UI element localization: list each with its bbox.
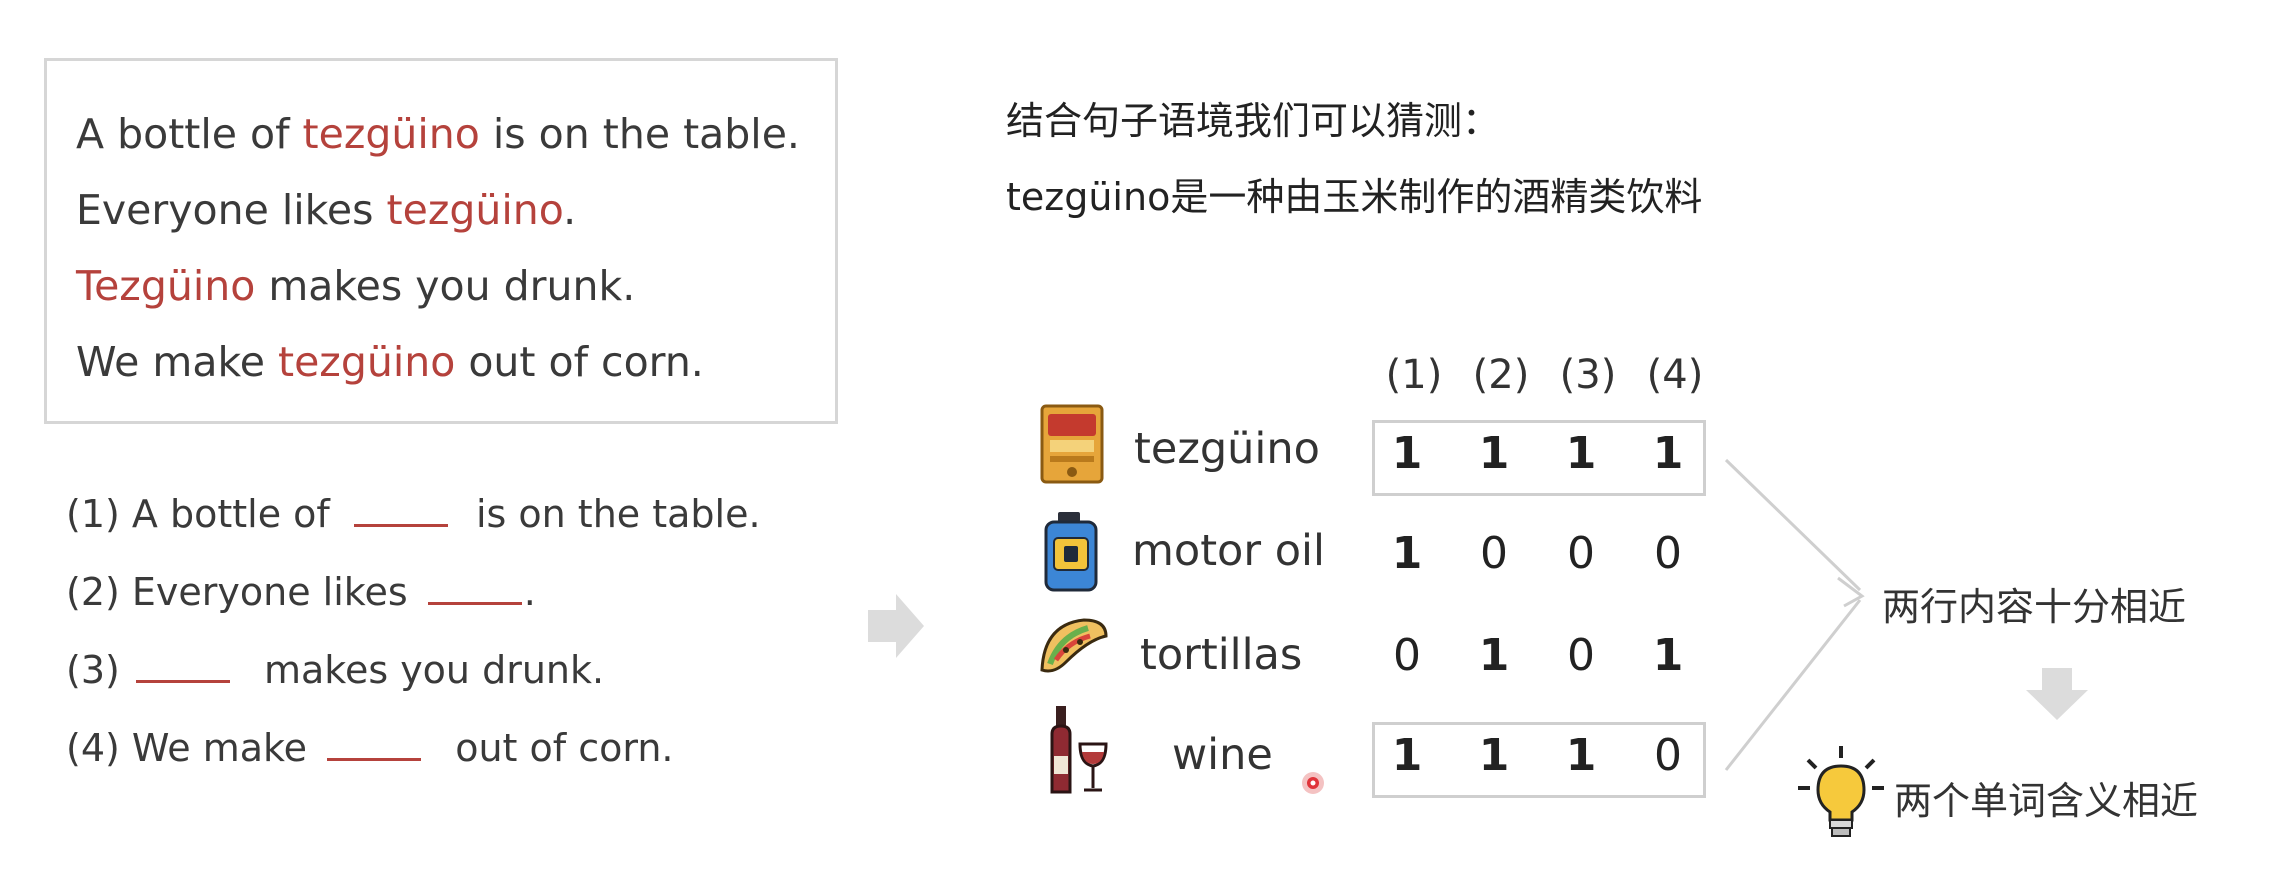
- column-header-1: (1): [1385, 352, 1443, 398]
- cell-wine-2: 1: [1478, 730, 1510, 781]
- cell-tortillas-2: 1: [1478, 630, 1510, 681]
- highlight-word: tezgüino: [386, 186, 564, 234]
- inference-heading: 结合句子语境我们可以猜测：: [1006, 99, 1501, 143]
- blank-gap: [353, 523, 448, 527]
- taco-icon: [1040, 618, 1108, 673]
- example-sentence-1: A bottle of tezgüino is on the table.: [76, 110, 800, 158]
- cell-motor-oil-2: 0: [1480, 528, 1508, 579]
- cursor-pointer-dot: [1302, 772, 1324, 794]
- cell-tezguino-3: 1: [1565, 428, 1597, 479]
- example-sentence-3: Tezgüino makes you drunk.: [76, 262, 636, 310]
- example-sentence-4: We make tezgüino out of corn.: [76, 338, 704, 386]
- column-header-3: (3): [1559, 352, 1617, 398]
- motor-oil-can-icon: [1044, 512, 1098, 592]
- cell-tezguino-4: 1: [1652, 428, 1684, 479]
- cell-tortillas-1: 0: [1393, 630, 1421, 681]
- cell-tezguino-1: 1: [1391, 428, 1423, 479]
- right-arrow-icon: [868, 594, 924, 658]
- cell-tezguino-2: 1: [1478, 428, 1510, 479]
- down-arrow-icon: [2026, 668, 2088, 720]
- row-label-wine: wine: [1172, 730, 1273, 780]
- row-label-tezguino: tezgüino: [1134, 424, 1320, 474]
- cell-tortillas-3: 0: [1567, 630, 1595, 681]
- blank-gap: [327, 757, 422, 761]
- cell-motor-oil-4: 0: [1654, 528, 1682, 579]
- highlight-word: tezgüino: [302, 110, 480, 158]
- words-similar-note: 两个单词含义相近: [1894, 779, 2199, 823]
- converging-arrows: [1724, 458, 1865, 771]
- row-label-motor-oil: motor oil: [1132, 526, 1325, 576]
- column-header-4: (4): [1646, 352, 1704, 398]
- cell-wine-3: 1: [1565, 730, 1597, 781]
- inference-statement: tezgüino是一种由玉米制作的酒精类饮料: [1006, 175, 1703, 219]
- blank-gap: [427, 601, 522, 605]
- tezguino-bottle-icon: [1040, 404, 1104, 484]
- example-sentence-2: Everyone likes tezgüino.: [76, 186, 577, 234]
- cell-motor-oil-3: 0: [1567, 528, 1595, 579]
- rows-similar-note: 两行内容十分相近: [1882, 585, 2187, 629]
- column-header-2: (2): [1472, 352, 1530, 398]
- cell-wine-4: 0: [1654, 730, 1682, 781]
- blank-sentence-2: (2) Everyone likes .: [66, 570, 536, 614]
- blank-gap: [135, 679, 230, 683]
- blank-sentence-4: (4) We make out of corn.: [66, 726, 674, 770]
- blank-sentence-3: (3) makes you drunk.: [66, 648, 605, 692]
- wine-bottle-glass-icon: [1050, 706, 1108, 794]
- blank-sentence-1: (1) A bottle of is on the table.: [66, 492, 761, 536]
- lightbulb-icon: [1798, 746, 1884, 837]
- cell-tortillas-4: 1: [1652, 630, 1684, 681]
- cell-wine-1: 1: [1391, 730, 1423, 781]
- row-label-tortillas: tortillas: [1140, 630, 1303, 680]
- cell-motor-oil-1: 1: [1391, 528, 1423, 579]
- highlight-word: Tezgüino: [76, 262, 256, 310]
- highlight-word: tezgüino: [278, 338, 456, 386]
